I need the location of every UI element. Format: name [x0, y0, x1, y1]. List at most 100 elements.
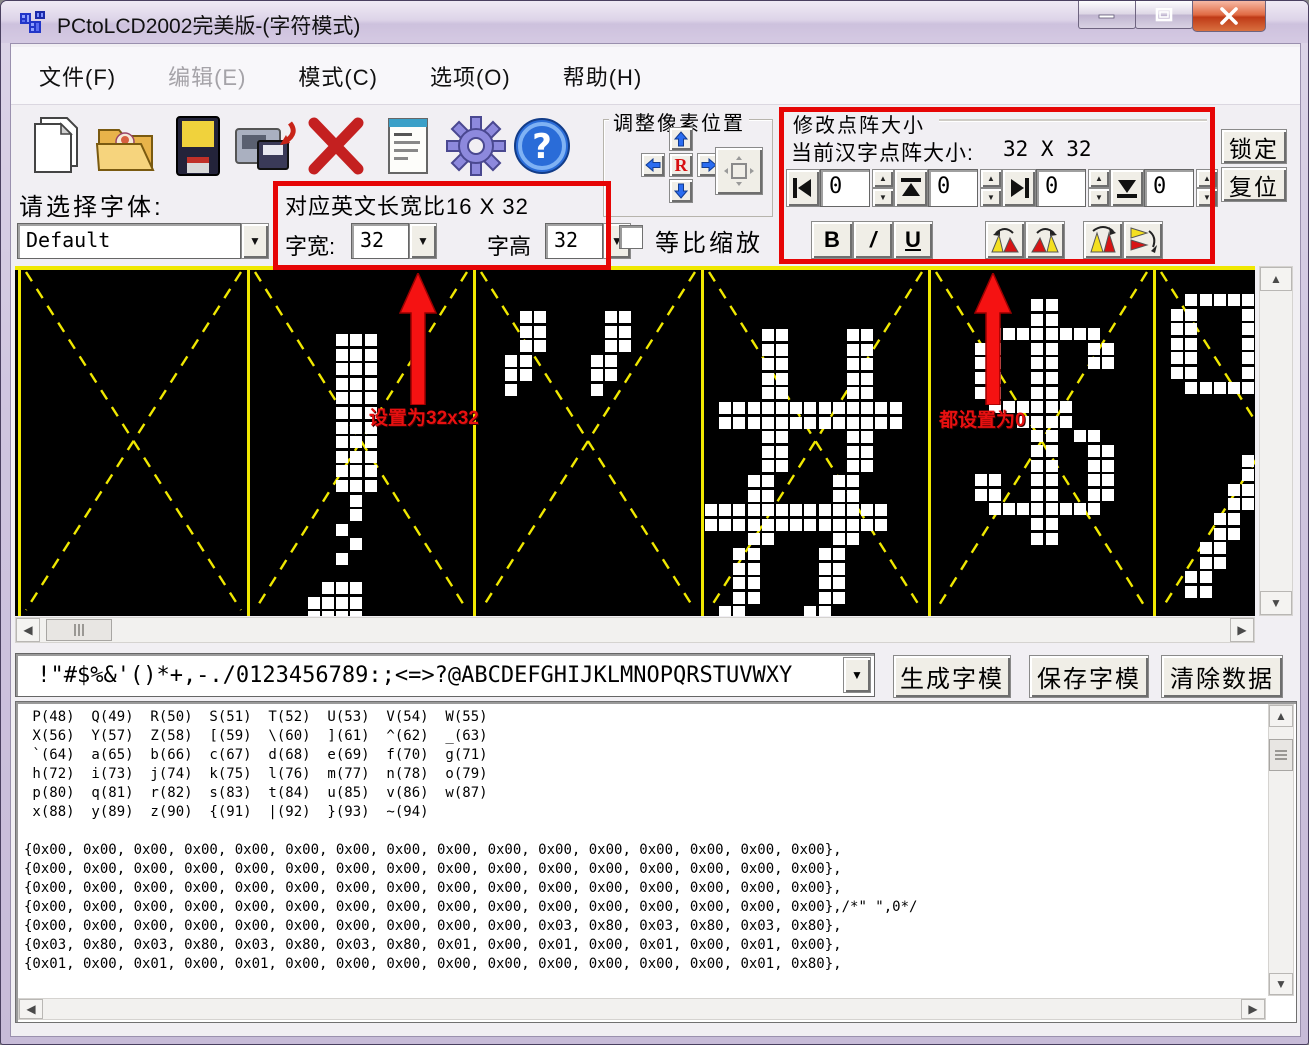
bottom-edge-button[interactable] — [1110, 169, 1144, 207]
right-edge-down-button[interactable]: ▼ — [1088, 188, 1110, 207]
pixel-dot — [1046, 460, 1058, 472]
bottom-edge-down-button[interactable]: ▼ — [1196, 188, 1218, 207]
open-file-button[interactable] — [93, 111, 159, 181]
center-glyph-button[interactable] — [715, 147, 763, 195]
scrollbar-thumb[interactable] — [1269, 739, 1293, 771]
output-line: {0x00, 0x00, 0x00, 0x00, 0x00, 0x00, 0x0… — [24, 879, 1266, 898]
help-button[interactable]: ? — [509, 111, 575, 181]
bottom-edge-value[interactable]: 0 — [1144, 169, 1194, 207]
clear-data-button[interactable]: 清除数据 — [1161, 655, 1283, 698]
pixel-dot — [1003, 503, 1015, 515]
save-font-button[interactable]: 保存字模 — [1029, 655, 1149, 698]
menu-item-3[interactable]: 选项(O) — [430, 60, 511, 92]
preview-horizontal-scrollbar[interactable]: ◀ ▶ — [15, 617, 1255, 643]
output-vertical-scrollbar[interactable]: ▲ ▼ — [1268, 704, 1294, 996]
pixel-dot — [1031, 401, 1043, 413]
pixel-dot — [1242, 352, 1254, 364]
pixel-dot — [308, 611, 320, 616]
top-edge-down-button[interactable]: ▼ — [980, 188, 1002, 207]
scroll-up-button[interactable]: ▲ — [1269, 705, 1293, 727]
char-select-dropdown-button[interactable]: ▼ — [843, 657, 871, 693]
underline-button[interactable]: U — [893, 221, 933, 259]
top-edge-up-button[interactable]: ▲ — [980, 169, 1002, 188]
minimize-button[interactable] — [1078, 1, 1136, 29]
pixel-dot — [1031, 445, 1043, 457]
font-select-dropdown-button[interactable]: ▼ — [241, 223, 269, 259]
delete-button[interactable] — [303, 111, 369, 181]
view-code-button[interactable] — [375, 111, 441, 181]
scroll-down-button[interactable]: ▼ — [1269, 973, 1293, 995]
pixel-dot — [1185, 352, 1197, 364]
menu-item-0[interactable]: 文件(F) — [39, 60, 116, 92]
right-edge-up-button[interactable]: ▲ — [1088, 169, 1110, 188]
left-edge-value[interactable]: 0 — [820, 169, 870, 207]
title-bar[interactable]: PCtoLCD2002完美版-(字符模式) — [1, 1, 1308, 43]
top-edge-button[interactable] — [894, 169, 928, 207]
pixel-dot — [861, 504, 873, 516]
scroll-right-button[interactable]: ▶ — [1230, 618, 1254, 642]
move-down-button[interactable] — [669, 179, 693, 203]
save-button[interactable] — [165, 111, 231, 181]
close-button[interactable] — [1192, 1, 1266, 32]
pixel-dot — [336, 611, 348, 616]
settings-button[interactable] — [443, 111, 509, 181]
italic-button[interactable]: / — [853, 221, 893, 259]
left-edge-down-button[interactable]: ▼ — [872, 188, 894, 207]
bottom-edge-up-button[interactable]: ▲ — [1196, 169, 1218, 188]
menu-item-4[interactable]: 帮助(H) — [563, 60, 643, 92]
scroll-left-button[interactable]: ◀ — [19, 999, 43, 1019]
flip-horizontal-button[interactable] — [1083, 221, 1123, 259]
rotate-right-button[interactable] — [1025, 221, 1065, 259]
lock-button[interactable]: 锁定 — [1221, 129, 1287, 164]
maximize-button[interactable] — [1135, 1, 1193, 29]
pixel-dot — [1046, 328, 1058, 340]
open-file-icon — [95, 116, 157, 176]
flip-vertical-button[interactable] — [1123, 221, 1163, 259]
char-height-value[interactable]: 32 — [545, 223, 603, 259]
rotate-left-button[interactable] — [985, 221, 1025, 259]
generate-font-button[interactable]: 生成字模 — [893, 655, 1011, 698]
scroll-down-button[interactable]: ▼ — [1260, 591, 1292, 615]
left-edge-button[interactable] — [786, 169, 820, 207]
left-edge-up-button[interactable]: ▲ — [872, 169, 894, 188]
right-edge-button[interactable] — [1002, 169, 1036, 207]
proportional-scale-checkbox[interactable] — [619, 225, 643, 249]
output-text[interactable]: P(48) Q(49) R(50) S(51) T(52) U(53) V(54… — [24, 708, 1266, 996]
char-width-value[interactable]: 32 — [351, 223, 409, 259]
scrollbar-thumb[interactable] — [46, 619, 112, 641]
output-area[interactable]: P(48) Q(49) R(50) S(51) T(52) U(53) V(54… — [15, 701, 1297, 1023]
pixel-dot — [776, 504, 788, 516]
menu-item-1[interactable]: 编辑(E) — [168, 60, 246, 92]
pixel-dot — [1242, 455, 1254, 467]
pixel-dot — [350, 509, 362, 521]
new-file-button[interactable] — [21, 111, 87, 181]
menu-item-2[interactable]: 模式(C) — [298, 60, 378, 92]
pixel-dot — [1102, 474, 1114, 486]
scroll-right-button[interactable]: ▶ — [1241, 999, 1265, 1019]
save-as-button[interactable] — [233, 111, 299, 181]
reset-button[interactable]: 复位 — [1221, 167, 1287, 202]
font-select-value[interactable]: Default — [17, 223, 241, 259]
preview-vertical-scrollbar[interactable]: ▲ ▼ — [1259, 266, 1293, 616]
font-select-combo[interactable]: Default ▼ — [17, 223, 269, 259]
char-select-input[interactable] — [15, 653, 875, 697]
move-left-button[interactable] — [641, 153, 665, 177]
char-width-combo[interactable]: 32 ▼ — [351, 223, 437, 259]
preview-canvas[interactable] — [15, 266, 1255, 616]
rotate-r-button[interactable]: R — [669, 153, 693, 177]
scroll-left-button[interactable]: ◀ — [16, 618, 40, 642]
char-width-dropdown-button[interactable]: ▼ — [409, 223, 437, 259]
move-up-button[interactable] — [669, 127, 693, 151]
top-edge-value[interactable]: 0 — [928, 169, 978, 207]
pixel-dot — [748, 563, 760, 575]
pixel-dot — [776, 344, 788, 356]
pixel-dot — [762, 446, 774, 458]
pixel-dot — [1171, 338, 1183, 350]
scroll-up-button[interactable]: ▲ — [1260, 267, 1292, 291]
right-edge-value[interactable]: 0 — [1036, 169, 1086, 207]
proportional-scale-label: 等比缩放 — [655, 223, 763, 258]
pixel-dot — [819, 548, 831, 560]
edge-left-icon — [791, 176, 815, 200]
output-horizontal-scrollbar[interactable]: ◀ ▶ — [18, 998, 1266, 1020]
bold-button[interactable]: B — [811, 221, 853, 259]
